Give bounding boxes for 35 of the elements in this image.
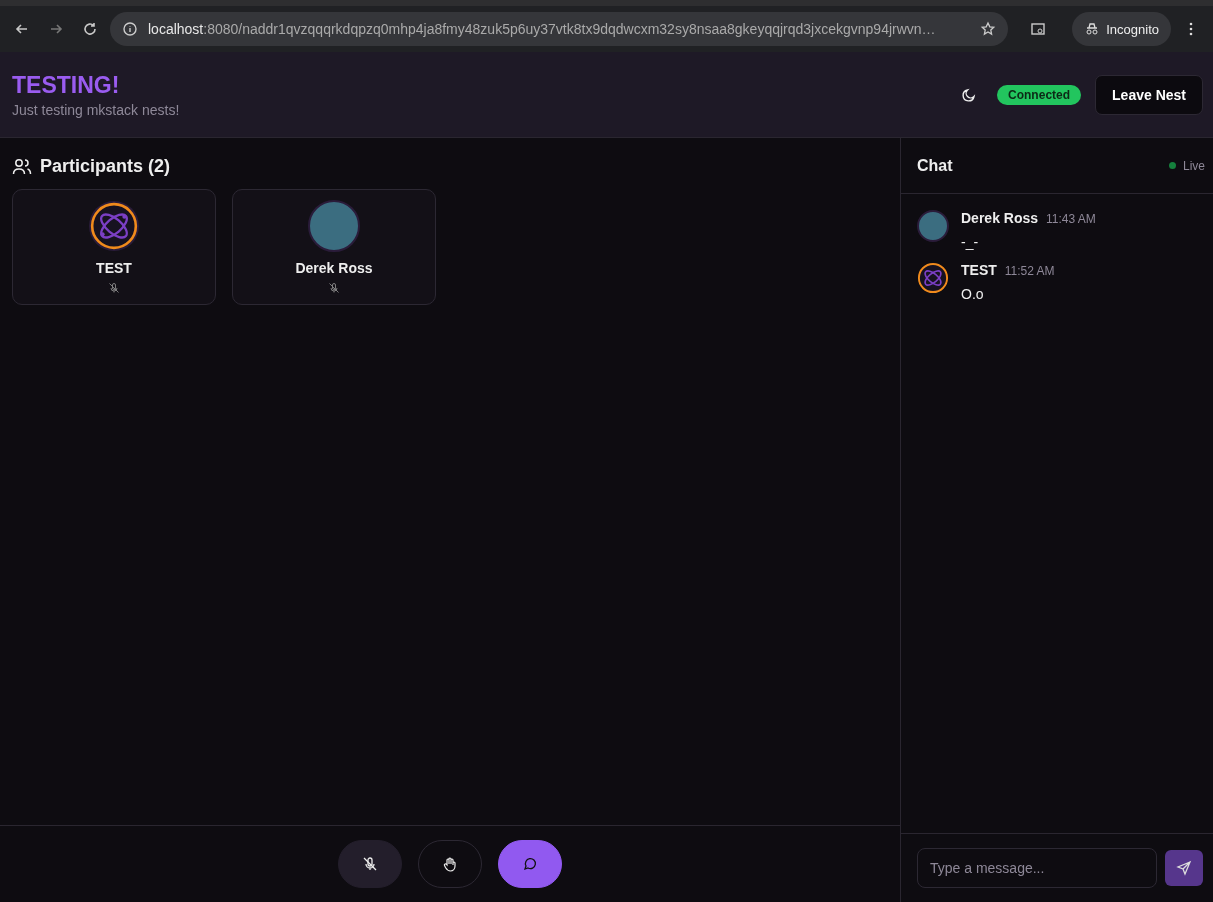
- participant-name: TEST: [96, 260, 132, 276]
- send-icon: [1176, 860, 1192, 876]
- atom-logo-icon: [88, 200, 140, 252]
- chat-bubble-icon: [522, 856, 538, 872]
- send-button[interactable]: [1165, 850, 1203, 886]
- address-bar[interactable]: localhost:8080/naddr1qvzqqqrkdqpzq0mhp4ja8fmy48zuk5p6uy37vtk8tx9dqdwcxm32sy8nsaa8gkeyqqjrqd3jxcekgvnp94jrwvn…: [110, 12, 1009, 46]
- message-time: 11:43 AM: [1046, 212, 1096, 226]
- incognito-icon: [1084, 21, 1101, 37]
- avatar-photo-placeholder: [308, 200, 360, 252]
- message-author: TEST: [961, 262, 997, 278]
- hand-icon: [442, 856, 458, 872]
- avatar-photo-placeholder: [917, 210, 949, 242]
- mic-toggle-button[interactable]: [338, 840, 402, 888]
- atom-logo-icon: [917, 262, 949, 294]
- participants-heading: Participants (2): [40, 156, 171, 177]
- chat-toggle-button[interactable]: [498, 840, 562, 888]
- users-icon: [12, 156, 32, 177]
- connection-status: Connected: [997, 84, 1082, 105]
- hand-toggle-button[interactable]: [418, 840, 482, 888]
- star-icon[interactable]: [980, 21, 997, 37]
- chat-heading: Chat: [917, 156, 953, 175]
- participant-name: Derek Ross: [295, 260, 373, 276]
- nest-subtitle: Just testing mkstack nests!: [12, 101, 180, 118]
- message-time: 11:52 AM: [1004, 264, 1055, 278]
- message-text: -_-: [961, 234, 980, 250]
- incognito-button[interactable]: Incognito: [1072, 12, 1171, 46]
- message-text: O.o: [961, 286, 985, 302]
- mic-off-icon: [362, 856, 378, 872]
- live-dot: [1169, 162, 1176, 169]
- message-author: Derek Ross: [961, 210, 1039, 226]
- leave-button[interactable]: Leave Nest: [1095, 74, 1203, 115]
- nest-title: TESTING!: [12, 71, 121, 99]
- live-label: Live: [1183, 158, 1205, 173]
- message-input[interactable]: Type a message...: [917, 848, 1157, 888]
- info-icon: [122, 21, 138, 37]
